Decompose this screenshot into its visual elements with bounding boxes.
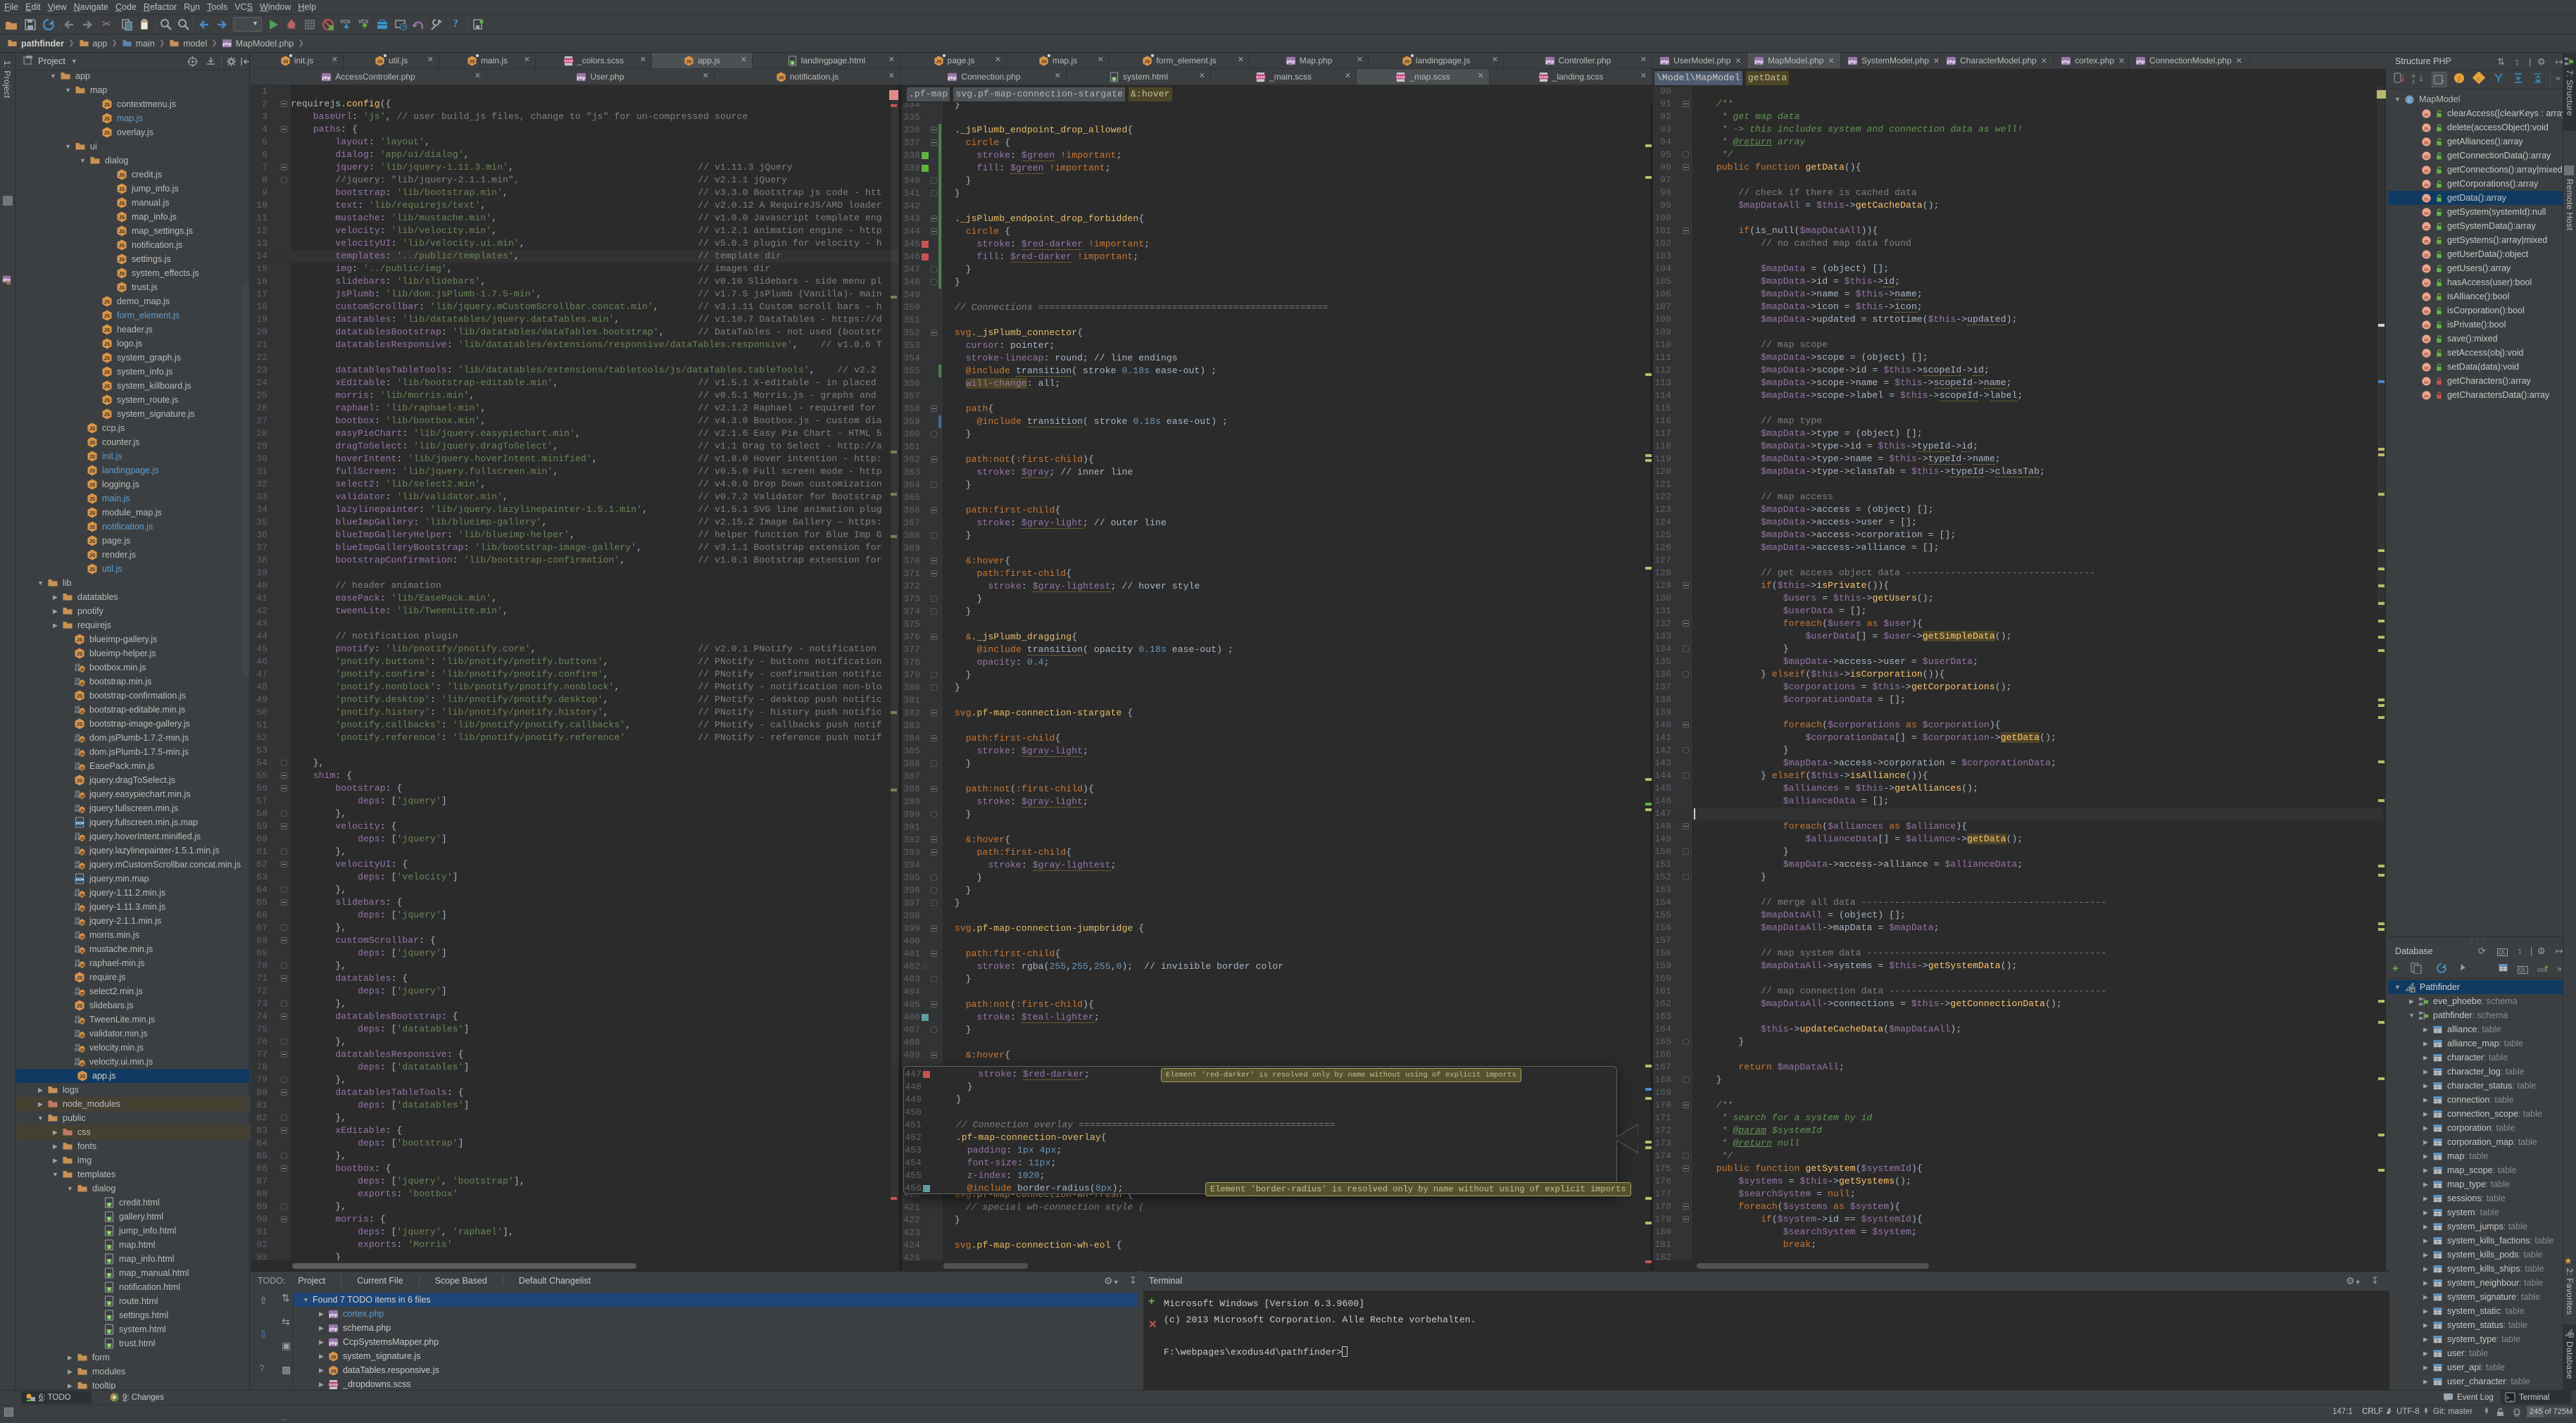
svg-text:VCS: VCS [358, 20, 369, 25]
svg-text:VCS: VCS [340, 20, 351, 25]
svg-text:A: A [180, 21, 184, 27]
svg-text:DDL: DDL [2537, 968, 2547, 973]
svg-text:z: z [2412, 78, 2415, 84]
svg-text:c: c [2477, 76, 2480, 82]
svg-text:>_: >_ [2506, 1395, 2513, 1401]
